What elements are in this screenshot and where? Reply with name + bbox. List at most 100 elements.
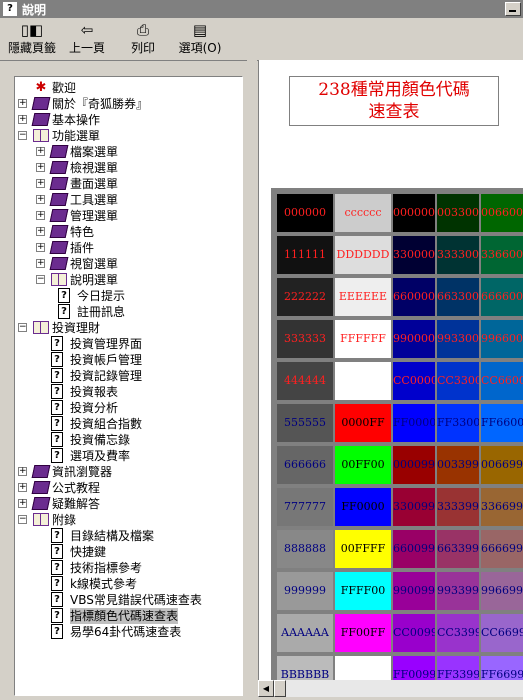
arrow-left-icon: ◀ [262, 684, 270, 693]
tree-item[interactable]: ? 易學64卦代碼速查表 [15, 624, 242, 640]
scroll-thumb[interactable] [274, 680, 286, 697]
window-title: 說明 [22, 3, 47, 17]
tree-item[interactable]: ? VBS常見錯誤代碼速查表 [15, 592, 242, 608]
color-swatch-cell: 990000 [393, 320, 435, 358]
tree-item-label: 特色 [70, 225, 95, 239]
tree-item[interactable]: ? 選項及費率 [15, 448, 242, 464]
color-swatch-cell: 000099 [393, 446, 435, 484]
title-bar: ? 說明 [0, 0, 523, 18]
tree-item-label: 投資管理界面 [70, 337, 143, 351]
collapse-icon[interactable]: − [18, 323, 27, 332]
color-swatch-cell: 006699 [481, 446, 523, 484]
tree-item[interactable]: ? 投資分析 [15, 400, 242, 416]
tree-item[interactable]: ? 目錄結構及檔案 [15, 528, 242, 544]
tree-item[interactable]: ? k線模式參考 [15, 576, 242, 592]
collapse-icon[interactable]: − [18, 131, 27, 140]
tree-item[interactable]: ✱ 歡迎 [15, 80, 242, 96]
expand-icon[interactable]: + [36, 259, 45, 268]
color-swatch-cell: 003300 [437, 194, 479, 232]
tree-item[interactable]: ? 技術指標參考 [15, 560, 242, 576]
color-swatch-cell: 996600 [481, 320, 523, 358]
hide-tabs-icon: ▯◧ [20, 21, 44, 39]
color-swatch-cell: CC0099 [393, 614, 435, 652]
pane-splitter[interactable] [247, 60, 257, 700]
contents-tree[interactable]: ✱ 歡迎 + 關於『奇狐勝券』 + 基本操作 − 功能選單 + 檔案選單 + 檢視選單 + 畫面選單 + 工具… [14, 76, 243, 696]
color-code-table: 000000 cccccc 000000 003300 006600 111111 DDDD… [271, 188, 523, 680]
color-swatch-cell: FF0000 [335, 488, 391, 526]
tree-item[interactable]: − 附錄 [15, 512, 242, 528]
back-button[interactable]: ⇦ 上一頁 [66, 21, 108, 59]
tree-item-label: 說明選單 [70, 273, 119, 287]
tree-item[interactable]: ? 投資組合指數 [15, 416, 242, 432]
tree-item-label: 功能選單 [52, 129, 101, 143]
tree-item[interactable]: ? 投資帳戶管理 [15, 352, 242, 368]
expand-icon[interactable]: + [36, 179, 45, 188]
tree-item[interactable]: + 管理選單 [15, 208, 242, 224]
tree-item-label: 檢視選單 [70, 161, 119, 175]
collapse-icon[interactable]: − [18, 515, 27, 524]
help-page-icon: ? [51, 448, 63, 463]
expand-icon[interactable]: + [36, 227, 45, 236]
color-swatch-cell: DDDDDD [335, 236, 391, 274]
color-swatch-cell: FF0000 [393, 404, 435, 442]
color-swatch-cell: 000000 [277, 194, 333, 232]
color-swatch-cell: CC3399 [437, 614, 479, 652]
tree-item[interactable]: + 視窗選單 [15, 256, 242, 272]
color-swatch-cell: 888888 [277, 530, 333, 568]
tree-item-label: 管理選單 [70, 209, 119, 223]
expand-icon[interactable]: + [36, 163, 45, 172]
tree-item[interactable]: − 投資理財 [15, 320, 242, 336]
tree-item[interactable]: + 檔案選單 [15, 144, 242, 160]
scroll-left-button[interactable]: ◀ [258, 680, 274, 697]
tree-item[interactable]: ? 今日提示 [15, 288, 242, 304]
expand-icon[interactable]: + [18, 467, 27, 476]
color-swatch-cell: CC3300 [437, 362, 479, 400]
tree-item[interactable]: ? 投資記錄管理 [15, 368, 242, 384]
tree-item[interactable]: ? 投資管理界面 [15, 336, 242, 352]
tree-item-label: 選項及費率 [70, 449, 131, 463]
expand-icon[interactable]: + [36, 243, 45, 252]
expand-icon[interactable]: + [36, 195, 45, 204]
expand-icon[interactable]: + [36, 147, 45, 156]
color-swatch-cell: FF6699 [481, 656, 523, 680]
page-title-line1: 238種常用顏色代碼 [318, 80, 470, 100]
horizontal-scrollbar[interactable]: ◀ [258, 680, 523, 697]
tree-item[interactable]: + 插件 [15, 240, 242, 256]
color-swatch-cell: 336600 [481, 236, 523, 274]
minimize-button[interactable] [505, 2, 521, 16]
tree-item[interactable]: + 畫面選單 [15, 176, 242, 192]
page-title-line2: 速查表 [368, 102, 420, 122]
tree-item[interactable]: ? 投資報表 [15, 384, 242, 400]
expand-icon[interactable]: + [36, 211, 45, 220]
color-swatch-cell: CC0000 [393, 362, 435, 400]
help-page-icon: ? [51, 544, 63, 559]
color-swatch-cell: 330000 [393, 236, 435, 274]
tree-item[interactable]: + 資訊瀏覽器 [15, 464, 242, 480]
help-page-icon: ? [51, 416, 63, 431]
tree-item[interactable]: + 檢視選單 [15, 160, 242, 176]
options-button[interactable]: ▤ 選項(O) [176, 21, 224, 59]
tree-item[interactable]: ? 快捷鍵 [15, 544, 242, 560]
closed-book-icon [31, 113, 51, 126]
expand-icon[interactable]: + [18, 483, 27, 492]
print-button[interactable]: ⎙ 列印 [128, 21, 158, 59]
expand-icon[interactable]: + [18, 99, 27, 108]
tree-item[interactable]: + 關於『奇狐勝券』 [15, 96, 242, 112]
expand-icon[interactable]: + [18, 115, 27, 124]
hide-tabs-button[interactable]: ▯◧ 隱藏頁籤 [6, 21, 58, 59]
tree-item[interactable]: ? 指標顏色代碼速查表 [15, 608, 242, 624]
help-page-icon: ? [51, 384, 63, 399]
tree-item[interactable]: + 工具選單 [15, 192, 242, 208]
tree-item[interactable]: + 疑難解答 [15, 496, 242, 512]
tree-item[interactable]: − 功能選單 [15, 128, 242, 144]
tree-item[interactable]: − 說明選單 [15, 272, 242, 288]
tree-item[interactable]: ? 投資備忘錄 [15, 432, 242, 448]
tree-item[interactable]: ? 註冊訊息 [15, 304, 242, 320]
tree-item[interactable]: + 基本操作 [15, 112, 242, 128]
tree-item[interactable]: + 公式教程 [15, 480, 242, 496]
help-page-icon: ? [58, 304, 70, 319]
tree-item-label: 投資備忘錄 [70, 433, 131, 447]
tree-item[interactable]: + 特色 [15, 224, 242, 240]
collapse-icon[interactable]: − [36, 275, 45, 284]
expand-icon[interactable]: + [18, 499, 27, 508]
